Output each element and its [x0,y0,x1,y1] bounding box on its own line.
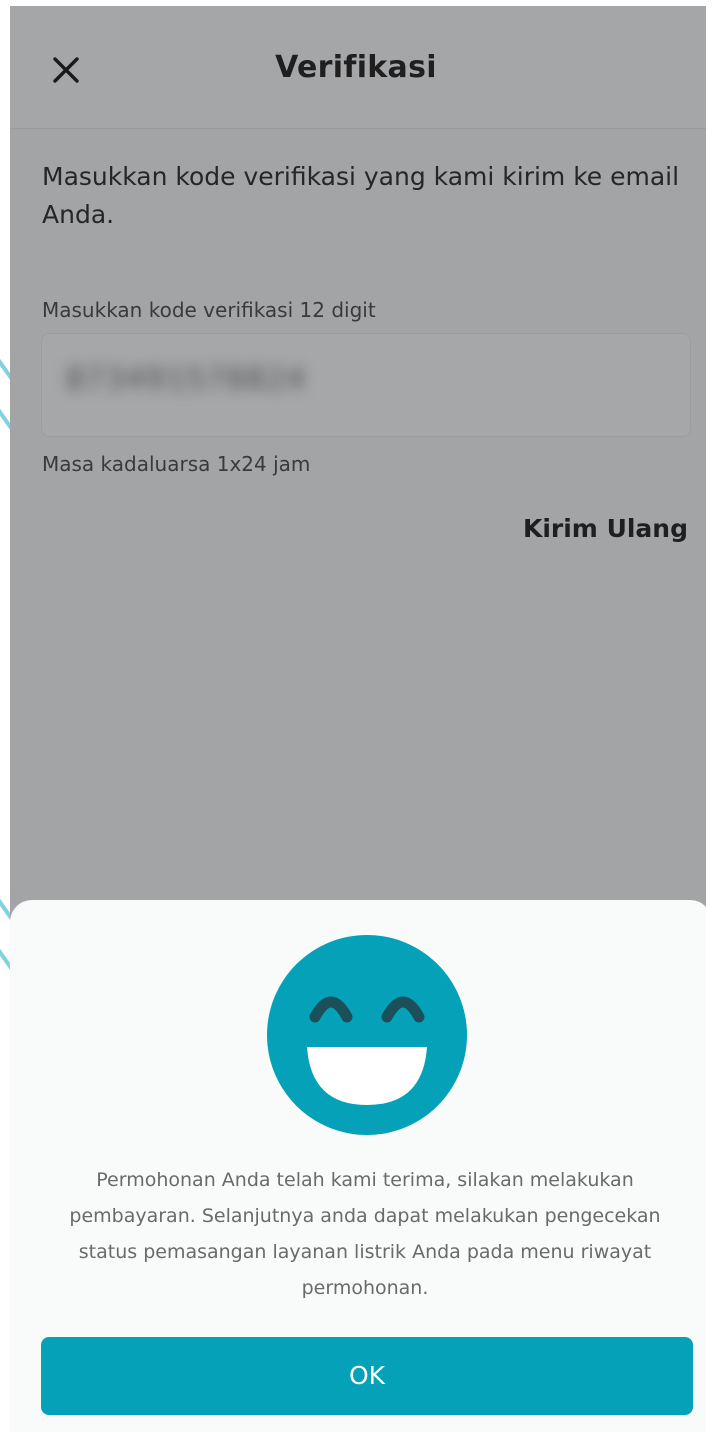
ok-button[interactable]: OK [41,1337,693,1415]
success-bottom-sheet: Permohonan Anda telah kami terima, silak… [10,900,712,1432]
expiry-note: Masa kadaluarsa 1x24 jam [42,452,311,476]
smiley-face-icon [267,935,467,1135]
instruction-text: Masukkan kode verifikasi yang kami kirim… [42,162,680,229]
resend-code-link[interactable]: Kirim Ulang [523,514,688,543]
frame-left-decoration [0,0,10,1432]
frame-right-edge [706,0,712,1432]
success-message: Permohonan Anda telah kami terima, silak… [69,1169,661,1299]
code-field-label: Masukkan kode verifikasi 12 digit [42,298,376,322]
page-title: Verifikasi [275,50,437,85]
verification-code-input[interactable]: 873491570824 [41,333,691,437]
frame-top-edge [0,0,712,6]
verification-code-value: 873491570824 [66,362,307,397]
